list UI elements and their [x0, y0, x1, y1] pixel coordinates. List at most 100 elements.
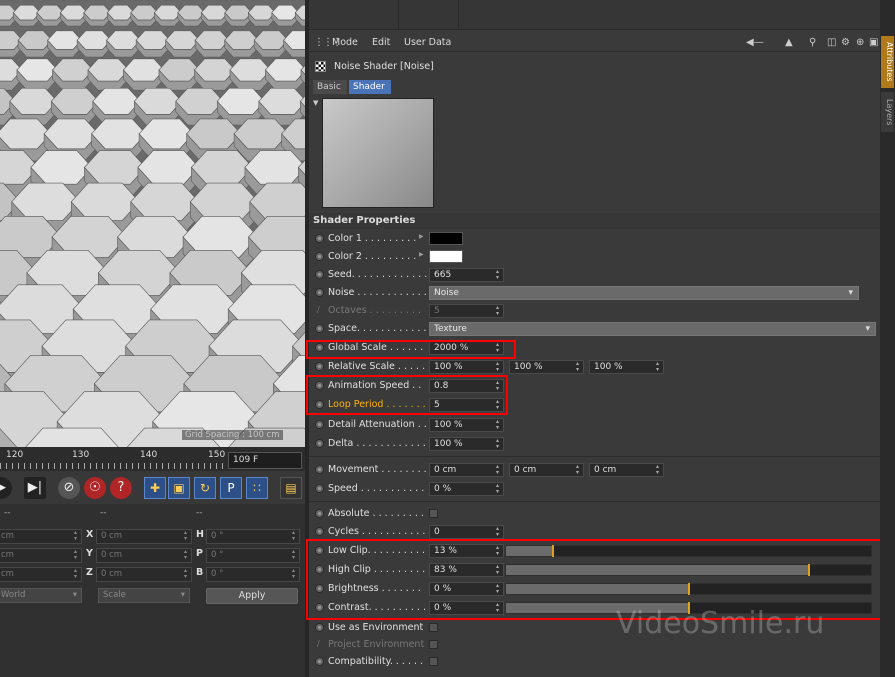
- expand-arrow-icon[interactable]: ▶: [419, 251, 424, 258]
- animate-icon[interactable]: [315, 527, 324, 536]
- animate-icon[interactable]: [315, 234, 324, 243]
- seed-field[interactable]: 665: [429, 268, 504, 282]
- prop-movement: Movement . . . . . . . . 0 cm 0 cm 0 cm: [309, 461, 880, 479]
- tab-shader[interactable]: Shader: [349, 80, 391, 94]
- coordinate-system-select[interactable]: World: [0, 588, 82, 603]
- prop-octaves: ∕ Octaves . . . . . . . . . 5: [309, 302, 880, 320]
- color2-swatch[interactable]: [429, 250, 463, 263]
- keyframe-disabled-icon[interactable]: ⊘: [58, 477, 80, 499]
- hexagon-mesh: [0, 0, 305, 447]
- lock-icon[interactable]: ◫: [827, 37, 836, 48]
- size-x-field[interactable]: 0 cm: [96, 529, 192, 544]
- back-arrow-icon[interactable]: ◀—: [746, 37, 764, 48]
- movement-x-field[interactable]: 0 cm: [429, 463, 504, 477]
- position-z-field[interactable]: cm: [0, 567, 82, 582]
- tab-basic[interactable]: Basic: [313, 80, 347, 94]
- prop-label: Cycles . . . . . . . . . . .: [328, 526, 426, 537]
- prop-detail-attenuation: Detail Attenuation . . 100 %: [309, 416, 880, 434]
- search-icon[interactable]: ⚲: [809, 37, 816, 48]
- current-frame-field[interactable]: 109 F: [228, 452, 302, 469]
- rotation-b-field[interactable]: 0 °: [206, 567, 300, 582]
- shader-properties-header: Shader Properties: [309, 213, 880, 229]
- 3d-viewport[interactable]: Grid Spacing : 100 cm: [0, 0, 305, 447]
- space-select[interactable]: Texture: [429, 322, 876, 336]
- cycles-field[interactable]: 0: [429, 525, 504, 539]
- relative-scale-z-field[interactable]: 100 %: [589, 360, 664, 374]
- tab-attributes[interactable]: Attributes: [881, 36, 894, 88]
- animate-icon[interactable]: [315, 362, 324, 371]
- rotation-h-field[interactable]: 0 °: [206, 529, 300, 544]
- position-x-field[interactable]: cm: [0, 529, 82, 544]
- speed-field[interactable]: 0 %: [429, 482, 504, 496]
- absolute-checkbox[interactable]: [429, 509, 438, 518]
- delta-field[interactable]: 100 %: [429, 437, 504, 451]
- record-icon[interactable]: ☉: [84, 477, 106, 499]
- timeline-tick-label: 140: [140, 450, 158, 460]
- object-manager-strip: [309, 0, 880, 30]
- size-y-field[interactable]: 0 cm: [96, 548, 192, 563]
- animate-icon[interactable]: [315, 420, 324, 429]
- animate-icon[interactable]: [315, 484, 324, 493]
- menu-mode[interactable]: Mode: [332, 37, 358, 48]
- menu-edit[interactable]: Edit: [372, 37, 390, 48]
- auto-key-icon[interactable]: ?: [110, 477, 132, 499]
- size-z-field[interactable]: 0 cm: [96, 567, 192, 582]
- settings-icon[interactable]: ⚙: [841, 37, 850, 48]
- project-environment-checkbox[interactable]: [429, 640, 438, 649]
- movement-z-field[interactable]: 0 cm: [589, 463, 664, 477]
- rotation-p-field[interactable]: 0 °: [206, 548, 300, 563]
- attribute-manager: ⋮⋮⋮ Mode Edit User Data ◀— ▲ ⚲ ◫ ⚙ ⊕ ▣ N…: [306, 0, 882, 677]
- prop-color2: Color 2 . . . . . . . . . ▶: [309, 248, 880, 266]
- animate-icon[interactable]: [315, 509, 324, 518]
- relative-scale-x-field[interactable]: 100 %: [429, 360, 504, 374]
- prop-color1: Color 1 . . . . . . . . . ▶: [309, 230, 880, 248]
- octaves-field[interactable]: 5: [429, 304, 504, 318]
- animate-icon[interactable]: [315, 252, 324, 261]
- timeline-tick-label: 150: [208, 450, 226, 460]
- prop-label: Use as Environment: [328, 622, 424, 633]
- axis-label: Z: [86, 567, 93, 578]
- animate-icon[interactable]: [315, 270, 324, 279]
- animate-icon[interactable]: [315, 288, 324, 297]
- column-header: --: [4, 508, 11, 518]
- compatibility-checkbox[interactable]: [429, 657, 438, 666]
- move-icon[interactable]: ✚: [144, 477, 166, 499]
- use-environment-checkbox[interactable]: [429, 623, 438, 632]
- tab-layers[interactable]: Layers: [881, 92, 894, 132]
- scale-icon[interactable]: ▣: [168, 477, 190, 499]
- play-icon[interactable]: ▶: [0, 477, 12, 499]
- animate-icon[interactable]: [315, 623, 324, 632]
- parameter-icon[interactable]: P: [220, 477, 242, 499]
- shader-preview[interactable]: [322, 98, 434, 208]
- noise-type-select[interactable]: Noise: [429, 286, 859, 300]
- menu-user-data[interactable]: User Data: [404, 37, 451, 48]
- movement-y-field[interactable]: 0 cm: [509, 463, 584, 477]
- point-level-icon[interactable]: ∷: [246, 477, 268, 499]
- new-window-icon[interactable]: ⊕: [856, 37, 864, 48]
- apply-button[interactable]: Apply: [206, 588, 298, 604]
- panel-icon[interactable]: ▣: [869, 37, 878, 48]
- detail-attenuation-field[interactable]: 100 %: [429, 418, 504, 432]
- animate-icon[interactable]: [315, 324, 324, 333]
- axis-label: B: [196, 567, 204, 578]
- relative-scale-y-field[interactable]: 100 %: [509, 360, 584, 374]
- film-icon[interactable]: ▤: [280, 477, 302, 499]
- animate-icon[interactable]: [315, 439, 324, 448]
- coordinates-manager: -- -- -- cm X 0 cm H 0 ° cm Y 0 cm P 0 °…: [0, 504, 305, 677]
- animate-icon[interactable]: [315, 465, 324, 474]
- axis-label: H: [196, 529, 204, 540]
- coord-row-z: cm Z 0 cm B 0 °: [0, 567, 305, 585]
- position-y-field[interactable]: cm: [0, 548, 82, 563]
- color1-swatch[interactable]: [429, 232, 463, 245]
- collapse-arrow-icon[interactable]: ▼: [313, 99, 318, 107]
- rotate-icon[interactable]: ↻: [194, 477, 216, 499]
- prop-space: Space. . . . . . . . . . . . Texture: [309, 320, 880, 338]
- goto-end-icon[interactable]: ▶|: [24, 477, 46, 499]
- prop-compatibility: Compatibility. . . . . .: [309, 653, 880, 671]
- scale-mode-select[interactable]: Scale: [98, 588, 190, 603]
- up-arrow-icon[interactable]: ▲: [785, 37, 793, 48]
- expand-arrow-icon[interactable]: ▶: [419, 233, 424, 240]
- prop-absolute: Absolute . . . . . . . . .: [309, 505, 880, 523]
- axis-label: Y: [86, 548, 93, 559]
- animate-icon[interactable]: [315, 657, 324, 666]
